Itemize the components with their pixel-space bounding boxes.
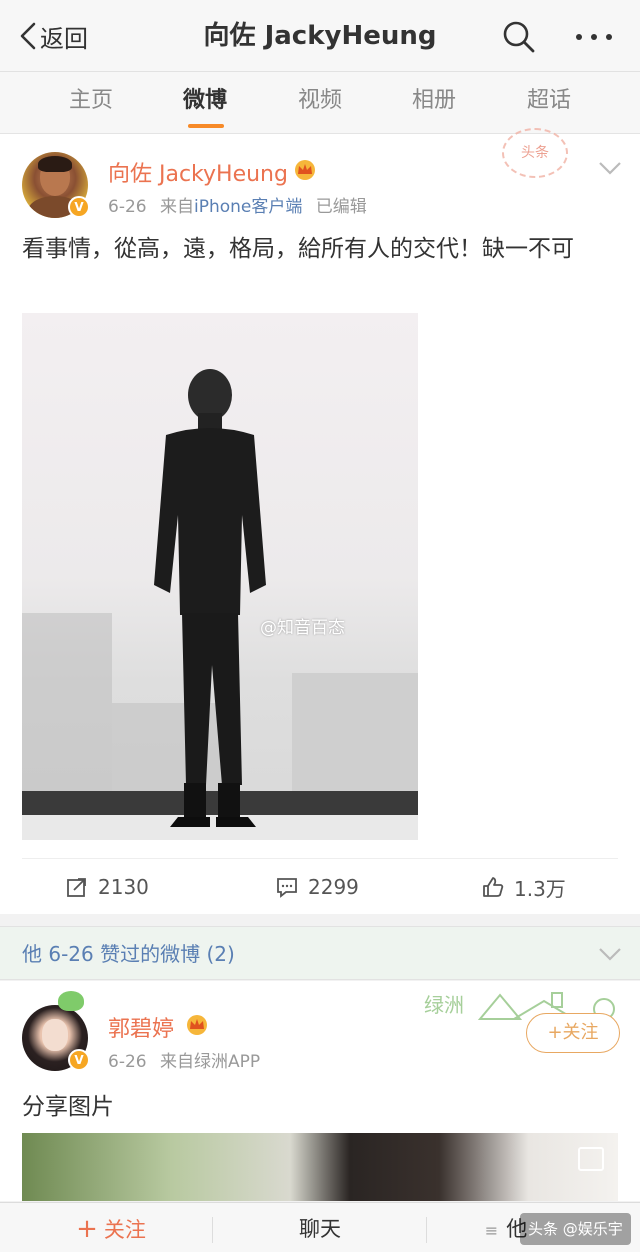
post-text: 看事情，從高，遠，格局，給所有人的交代！缺一不可	[22, 236, 574, 262]
liked-posts-header[interactable]: 他 6-26 赞过的微博 (2)	[0, 926, 640, 980]
repost-icon	[67, 878, 86, 897]
crown-icon	[295, 160, 315, 180]
verified-badge-icon: V	[68, 196, 90, 218]
chevron-left-icon	[20, 22, 36, 50]
repost-count: 2130	[98, 875, 149, 899]
comment-count: 2299	[308, 875, 359, 899]
repost-button[interactable]: 2130	[66, 859, 149, 915]
comment-icon	[277, 878, 297, 898]
tab-album[interactable]: 相册	[389, 72, 479, 134]
headline-stamp-icon: 头条	[502, 128, 568, 178]
back-button[interactable]: 返回	[18, 18, 88, 54]
post-source-prefix: 来自	[160, 197, 194, 217]
post-edited-label: 已编辑	[315, 197, 367, 217]
frog-decoration-icon	[58, 991, 84, 1011]
top-nav-bar: 返回 向佐 JackyHeung	[0, 0, 640, 72]
tab-super-topic[interactable]: 超话	[504, 72, 594, 134]
crown-icon	[187, 1015, 207, 1035]
search-icon	[503, 21, 535, 53]
bottom-action-bar: + 关注 聊天 ≡ 他 头条 @娱乐宇	[0, 1202, 640, 1252]
chevron-down-icon[interactable]	[598, 946, 622, 962]
more-dot-icon	[606, 34, 612, 40]
more-dot-icon	[591, 34, 597, 40]
post-author-name[interactable]: 向佐 JackyHeung	[108, 156, 288, 188]
like-button[interactable]: 1.3万	[482, 859, 566, 915]
tab-video[interactable]: 视频	[275, 72, 365, 134]
post-source: 来自绿洲APP	[160, 1052, 261, 1072]
post-image[interactable]	[22, 1133, 618, 1201]
image-watermark: @知音百态	[260, 618, 345, 638]
post-meta: 6-26 来自iPhone客户端 已编辑	[108, 192, 367, 217]
chevron-down-icon[interactable]	[598, 160, 622, 176]
post-action-bar: 2130 2299 1.3万	[22, 858, 618, 914]
post-date: 6-26	[108, 197, 147, 217]
multi-image-icon	[578, 1147, 604, 1171]
like-count: 1.3万	[514, 876, 566, 901]
thumbs-up-icon	[483, 877, 504, 897]
post-image[interactable]: @知音百态	[22, 313, 418, 840]
post-date: 6-26	[108, 1052, 147, 1072]
comment-button[interactable]: 2299	[276, 859, 359, 915]
silhouette-photo	[154, 369, 266, 827]
page-title: 向佐 JackyHeung	[203, 21, 437, 51]
divider	[426, 1217, 427, 1243]
menu-lines-icon: ≡	[484, 1221, 499, 1240]
weibo-post-card: V 向佐 JackyHeung 6-26 来自iPhone客户端 已编辑 头条 …	[0, 128, 640, 914]
active-tab-indicator	[188, 124, 224, 128]
liked-posts-title: 他 6-26 赞过的微博 (2)	[22, 942, 235, 966]
more-options-button[interactable]	[572, 18, 616, 56]
plus-icon: +	[76, 1214, 98, 1244]
search-button[interactable]	[500, 18, 538, 56]
oasis-logo-text: 绿洲	[424, 993, 464, 1017]
back-label: 返回	[40, 24, 88, 53]
profile-tabs: 主页 微博 视频 相册 超话	[0, 72, 640, 134]
divider	[212, 1217, 213, 1243]
post-meta: 6-26 来自绿洲APP	[108, 1047, 260, 1072]
chat-button[interactable]: 聊天	[270, 1203, 370, 1252]
post-source-link[interactable]: iPhone客户端	[194, 197, 302, 217]
more-dot-icon	[576, 34, 582, 40]
follow-bottom-button[interactable]: + 关注	[66, 1203, 156, 1252]
follow-button[interactable]: +关注	[526, 1013, 620, 1053]
post-text: 分享图片	[22, 1094, 114, 1120]
verified-badge-icon: V	[68, 1049, 90, 1071]
tab-home[interactable]: 主页	[46, 72, 136, 134]
toutiao-watermark: 头条 @娱乐宇	[520, 1213, 631, 1245]
follow-bottom-label: 关注	[103, 1218, 146, 1242]
liked-post-card: V 郭碧婷 6-26 来自绿洲APP 绿洲 +关注 分享图片	[0, 981, 640, 1201]
post-author-name[interactable]: 郭碧婷	[108, 1011, 174, 1043]
